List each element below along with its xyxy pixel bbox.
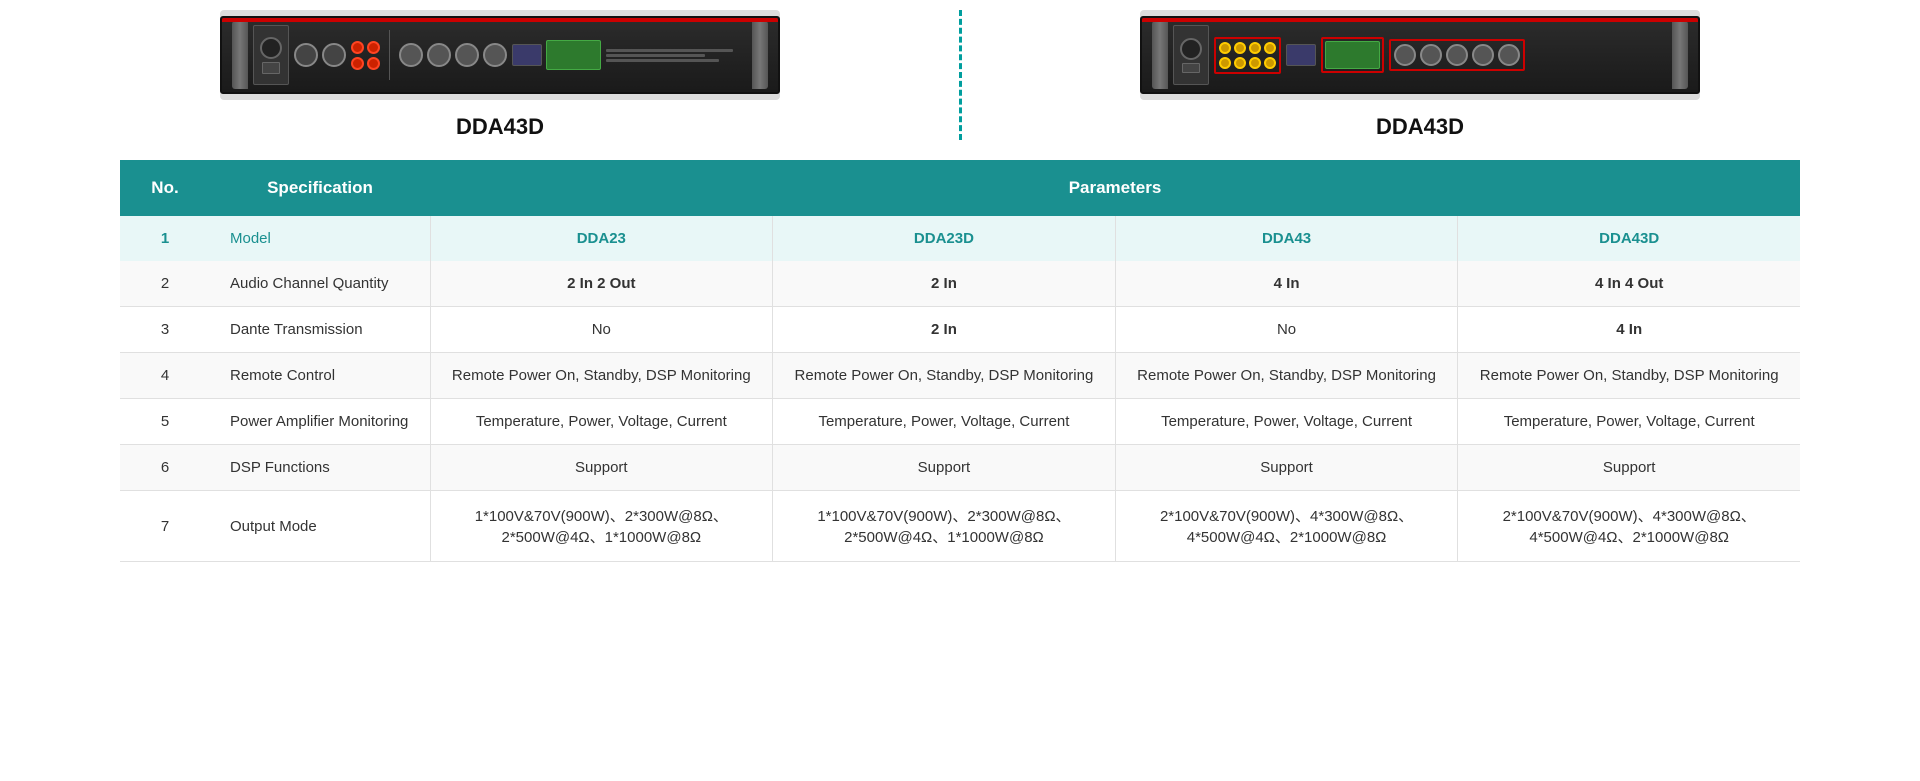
row-value-dda23d: 2 In: [773, 307, 1116, 353]
table-row: 4Remote ControlRemote Power On, Standby,…: [120, 353, 1800, 399]
product-image-dda23d: [220, 10, 780, 100]
row-spec: DSP Functions: [210, 445, 430, 491]
row-value-dda43d: Support: [1458, 445, 1800, 491]
table-row: 5Power Amplifier MonitoringTemperature, …: [120, 399, 1800, 445]
model-dda23d: DDA23D: [773, 216, 1116, 261]
row-spec: Output Mode: [210, 491, 430, 562]
row-spec: Audio Channel Quantity: [210, 261, 430, 307]
row-value-dda23d: Support: [773, 445, 1116, 491]
row-value-dda23: No: [430, 307, 773, 353]
row-value-dda23d: 2 In: [773, 261, 1116, 307]
row-number: 5: [120, 399, 210, 445]
table-header-row: No. Specification Parameters: [120, 160, 1800, 216]
row-value-dda23: 1*100V&70V(900W)、2*300W@8Ω、2*500W@4Ω、1*1…: [430, 491, 773, 562]
table-row: 3Dante TransmissionNo2 InNo4 In: [120, 307, 1800, 353]
table-row: 6DSP FunctionsSupportSupportSupportSuppo…: [120, 445, 1800, 491]
row-value-dda43: Remote Power On, Standby, DSP Monitoring: [1115, 353, 1458, 399]
table-row: 7Output Mode1*100V&70V(900W)、2*300W@8Ω、2…: [120, 491, 1800, 562]
row-value-dda43: Temperature, Power, Voltage, Current: [1115, 399, 1458, 445]
row-value-dda43d: Temperature, Power, Voltage, Current: [1458, 399, 1800, 445]
row-value-dda43d: 4 In: [1458, 307, 1800, 353]
row-value-dda23: Remote Power On, Standby, DSP Monitoring: [430, 353, 773, 399]
col-header-spec: Specification: [210, 160, 430, 216]
row-value-dda43: No: [1115, 307, 1458, 353]
row-value-dda23d: 1*100V&70V(900W)、2*300W@8Ω、2*500W@4Ω、1*1…: [773, 491, 1116, 562]
model-dda23: DDA23: [430, 216, 773, 261]
product-block-dda43d: DDA43D: [1020, 10, 1820, 140]
row-number: 4: [120, 353, 210, 399]
product-title-dda23d: DDA43D: [456, 114, 544, 140]
row-value-dda23d: Remote Power On, Standby, DSP Monitoring: [773, 353, 1116, 399]
row-value-dda43d: 4 In 4 Out: [1458, 261, 1800, 307]
product-image-dda43d: [1140, 10, 1700, 100]
row-value-dda43d: Remote Power On, Standby, DSP Monitoring: [1458, 353, 1800, 399]
row-number: 3: [120, 307, 210, 353]
row-spec: Remote Control: [210, 353, 430, 399]
row-number: 6: [120, 445, 210, 491]
product-title-dda43d: DDA43D: [1376, 114, 1464, 140]
row-value-dda43: Support: [1115, 445, 1458, 491]
row-spec: Power Amplifier Monitoring: [210, 399, 430, 445]
row-value-dda23: Support: [430, 445, 773, 491]
model-row-no: 1: [120, 216, 210, 261]
row-value-dda23: Temperature, Power, Voltage, Current: [430, 399, 773, 445]
specs-table-section: No. Specification Parameters 1 Model DDA…: [0, 160, 1920, 592]
product-block-dda23d: DDA43D: [100, 10, 900, 140]
table-subheader-row: 1 Model DDA23 DDA23D DDA43 DDA43D: [120, 216, 1800, 261]
table-row: 2Audio Channel Quantity2 In 2 Out2 In4 I…: [120, 261, 1800, 307]
row-value-dda43: 2*100V&70V(900W)、4*300W@8Ω、4*500W@4Ω、2*1…: [1115, 491, 1458, 562]
col-header-params: Parameters: [430, 160, 1800, 216]
row-number: 7: [120, 491, 210, 562]
row-spec: Dante Transmission: [210, 307, 430, 353]
section-divider: [900, 10, 1020, 140]
model-dda43d: DDA43D: [1458, 216, 1800, 261]
col-header-no: No.: [120, 160, 210, 216]
row-value-dda43d: 2*100V&70V(900W)、4*300W@8Ω、4*500W@4Ω、2*1…: [1458, 491, 1800, 562]
product-images-section: DDA43D: [0, 0, 1920, 160]
row-value-dda43: 4 In: [1115, 261, 1458, 307]
model-dda43: DDA43: [1115, 216, 1458, 261]
specs-table: No. Specification Parameters 1 Model DDA…: [120, 160, 1800, 562]
model-row-spec: Model: [210, 216, 430, 261]
row-value-dda23: 2 In 2 Out: [430, 261, 773, 307]
row-value-dda23d: Temperature, Power, Voltage, Current: [773, 399, 1116, 445]
row-number: 2: [120, 261, 210, 307]
